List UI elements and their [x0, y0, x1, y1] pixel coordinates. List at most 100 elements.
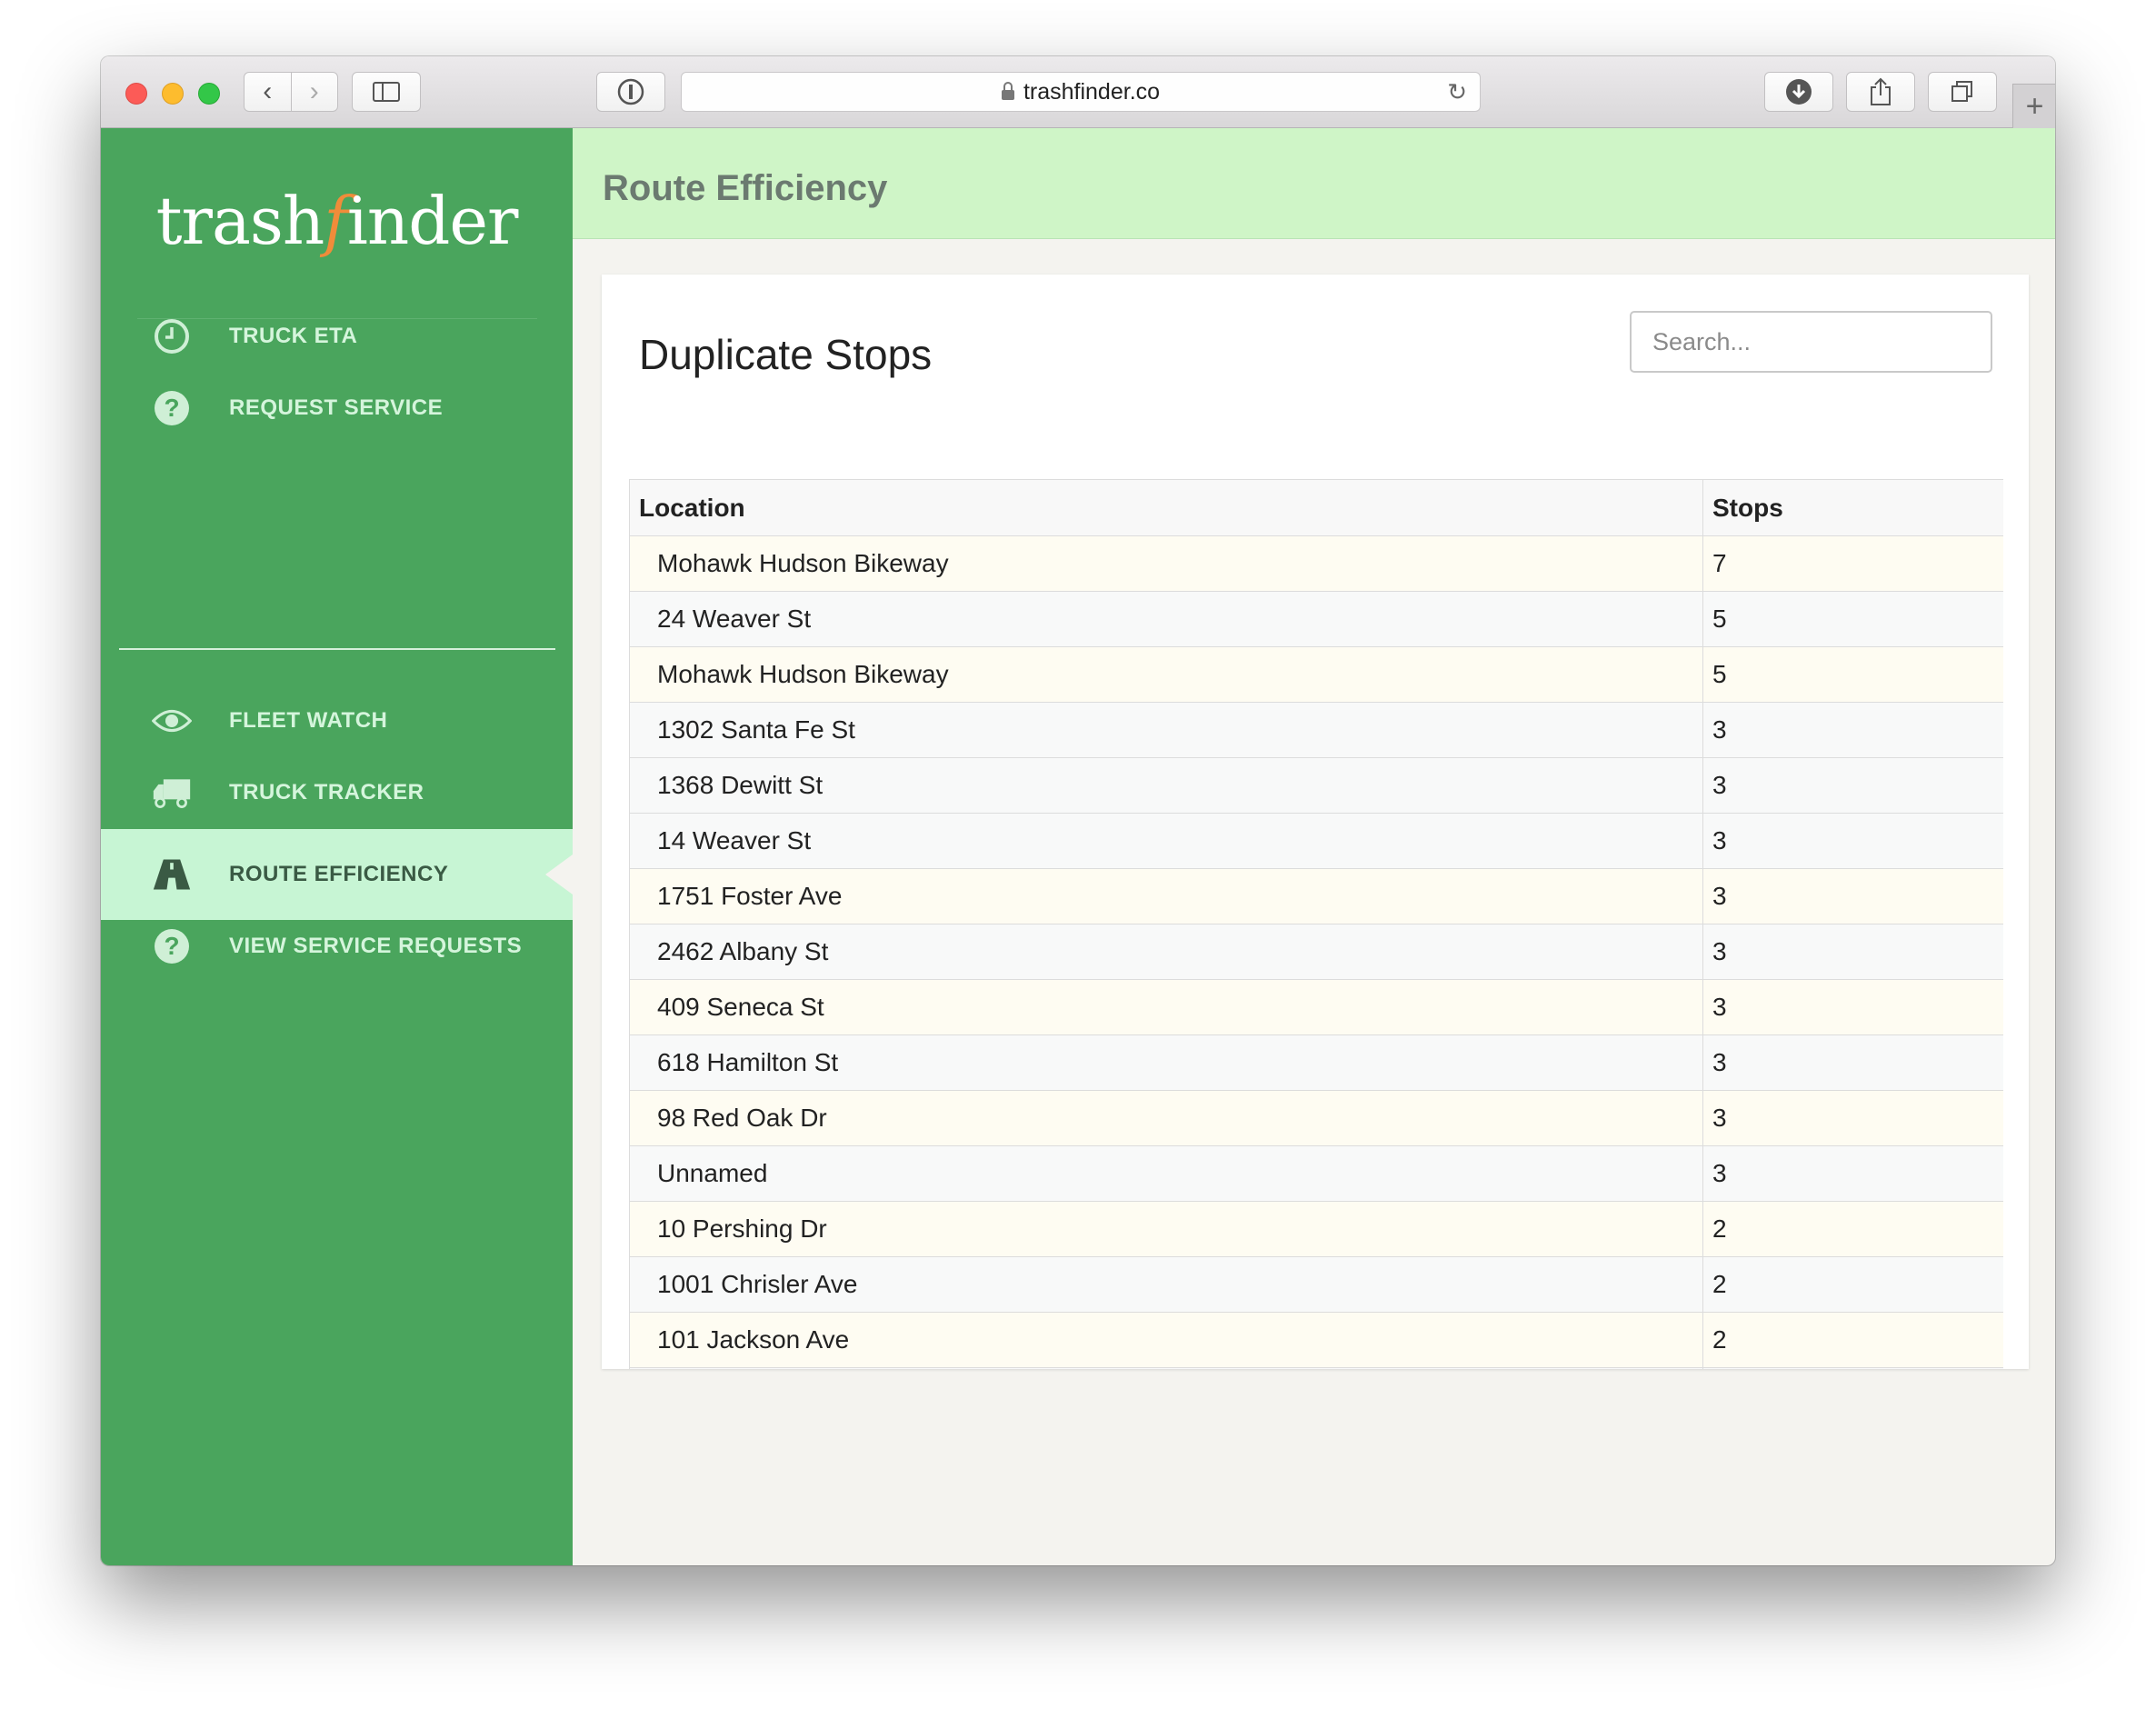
stops-cell: 3	[1702, 979, 2003, 1035]
location-cell: 1302 Santa Fe St	[629, 702, 1703, 758]
location-cell: 1751 Foster Ave	[629, 868, 1703, 924]
tabs-overview-button[interactable]	[1928, 72, 1997, 112]
sidebar: trashfinder TRUCK ETA ? REQUEST SERVICE	[101, 128, 573, 1565]
location-cell: 98 Red Oak Dr	[629, 1090, 1703, 1146]
table-row[interactable]: 1302 Santa Fe St 3	[629, 702, 2003, 758]
table-row[interactable]: 2462 Albany St 3	[629, 924, 2003, 980]
page-header: Route Efficiency	[573, 128, 2055, 239]
table-row[interactable]: 618 Hamilton St 3	[629, 1034, 2003, 1091]
road-icon	[152, 856, 192, 893]
location-cell: Unnamed	[629, 1145, 1703, 1202]
back-icon[interactable]: ‹	[245, 73, 291, 111]
downloads-button[interactable]	[1764, 72, 1833, 112]
sidebar-item-label: TRUCK ETA	[229, 324, 358, 348]
stops-cell: 3	[1702, 868, 2003, 924]
duplicate-stops-card: Duplicate Stops Location Stops Mohawk Hu…	[602, 275, 2029, 1369]
trashfinder-logo[interactable]: trashfinder	[101, 183, 573, 259]
location-cell: 24 Weaver St	[629, 591, 1703, 647]
table-row[interactable]: Unnamed 3	[629, 1145, 2003, 1202]
stops-cell: 2	[1702, 1256, 2003, 1313]
table-row[interactable]: 24 Weaver St 5	[629, 591, 2003, 647]
table-row[interactable]: 409 Seneca St 3	[629, 979, 2003, 1035]
table-row[interactable]: 101 Jackson Ave 2	[629, 1312, 2003, 1368]
location-cell	[629, 1367, 1703, 1369]
eye-icon	[152, 703, 192, 739]
sidebar-divider	[119, 648, 555, 650]
column-header-stops[interactable]: Stops	[1702, 479, 2003, 536]
sidebar-item-label: ROUTE EFFICIENCY	[229, 862, 449, 886]
location-cell: 618 Hamilton St	[629, 1034, 1703, 1091]
location-cell: 1001 Chrisler Ave	[629, 1256, 1703, 1313]
question-icon: ?	[152, 928, 192, 964]
stops-cell: 3	[1702, 702, 2003, 758]
sidebar-item-request-service[interactable]: ? REQUEST SERVICE	[101, 363, 573, 454]
sidebar-item-label: REQUEST SERVICE	[229, 395, 444, 420]
sidebar-item-label: TRUCK TRACKER	[229, 780, 424, 805]
plus-icon: +	[2025, 88, 2044, 124]
location-cell: 409 Seneca St	[629, 979, 1703, 1035]
sidebar-item-truck-tracker[interactable]: TRUCK TRACKER	[101, 747, 573, 838]
url-text: trashfinder.co	[1023, 78, 1161, 105]
stops-cell: 3	[1702, 757, 2003, 814]
zoom-window-button[interactable]	[198, 83, 220, 105]
stops-cell: 5	[1702, 591, 2003, 647]
table-row[interactable]: 10 Pershing Dr 2	[629, 1201, 2003, 1257]
location-cell: Mohawk Hudson Bikeway	[629, 535, 1703, 592]
location-cell: 2462 Albany St	[629, 924, 1703, 980]
location-cell: Mohawk Hudson Bikeway	[629, 646, 1703, 703]
stops-cell: 5	[1702, 646, 2003, 703]
location-cell: 1368 Dewitt St	[629, 757, 1703, 814]
table-row[interactable]: Mohawk Hudson Bikeway 7	[629, 535, 2003, 592]
history-nav: ‹ ›	[244, 72, 338, 112]
new-tab-button[interactable]: +	[2012, 84, 2055, 128]
sidebar-item-view-service-requests[interactable]: ? VIEW SERVICE REQUESTS	[101, 901, 573, 992]
table-header-row: Location Stops	[629, 479, 2003, 536]
stops-cell: 3	[1702, 1090, 2003, 1146]
table-row[interactable]: Mohawk Hudson Bikeway 5	[629, 646, 2003, 703]
column-header-location[interactable]: Location	[629, 479, 1703, 536]
active-indicator	[545, 854, 573, 894]
table-row[interactable]: 1751 Foster Ave 3	[629, 868, 2003, 924]
location-cell: 10 Pershing Dr	[629, 1201, 1703, 1257]
tabs-icon	[1951, 81, 1972, 102]
stops-cell: 3	[1702, 1034, 2003, 1091]
card-title: Duplicate Stops	[639, 331, 933, 378]
download-icon	[1786, 79, 1812, 105]
sidebar-item-label: FLEET WATCH	[229, 708, 388, 733]
stops-cell: 3	[1702, 1145, 2003, 1202]
table-row[interactable]: 1368 Dewitt St 3	[629, 757, 2003, 814]
search-input[interactable]	[1630, 311, 1992, 373]
browser-window: ‹ › trashfinder.co ↻ + trashfinder TRUCK…	[101, 56, 2055, 1565]
table-row[interactable]	[629, 1367, 2003, 1369]
stops-cell: 7	[1702, 535, 2003, 592]
stops-cell: 3	[1702, 924, 2003, 980]
address-bar[interactable]: trashfinder.co ↻	[681, 72, 1481, 112]
password-icon	[617, 78, 644, 105]
location-cell: 101 Jackson Ave	[629, 1312, 1703, 1368]
duplicate-stops-table: Location Stops Mohawk Hudson Bikeway 7 24…	[629, 479, 2003, 1369]
question-icon: ?	[152, 390, 192, 426]
password-manager-button[interactable]	[596, 72, 665, 112]
page-title: Route Efficiency	[603, 168, 888, 208]
sidebar-toggle-button[interactable]	[352, 72, 421, 112]
table-row[interactable]: 98 Red Oak Dr 3	[629, 1090, 2003, 1146]
table-row[interactable]: 14 Weaver St 3	[629, 813, 2003, 869]
browser-toolbar: ‹ › trashfinder.co ↻ +	[101, 56, 2055, 128]
stops-cell: 2	[1702, 1201, 2003, 1257]
forward-icon[interactable]: ›	[290, 73, 338, 111]
share-button[interactable]	[1846, 72, 1915, 112]
truck-icon	[152, 775, 192, 811]
lock-icon	[1001, 81, 1014, 100]
minimize-window-button[interactable]	[162, 83, 184, 105]
share-icon	[1871, 77, 1891, 105]
reload-icon[interactable]: ↻	[1447, 73, 1467, 111]
sidebar-icon	[373, 82, 400, 102]
table-row[interactable]: 1001 Chrisler Ave 2	[629, 1256, 2003, 1313]
clock-icon	[152, 318, 192, 355]
location-cell: 14 Weaver St	[629, 813, 1703, 869]
stops-cell: 2	[1702, 1312, 2003, 1368]
stops-cell	[1702, 1367, 2003, 1369]
stops-cell: 3	[1702, 813, 2003, 869]
sidebar-item-label: VIEW SERVICE REQUESTS	[229, 934, 523, 958]
close-window-button[interactable]	[125, 83, 147, 105]
